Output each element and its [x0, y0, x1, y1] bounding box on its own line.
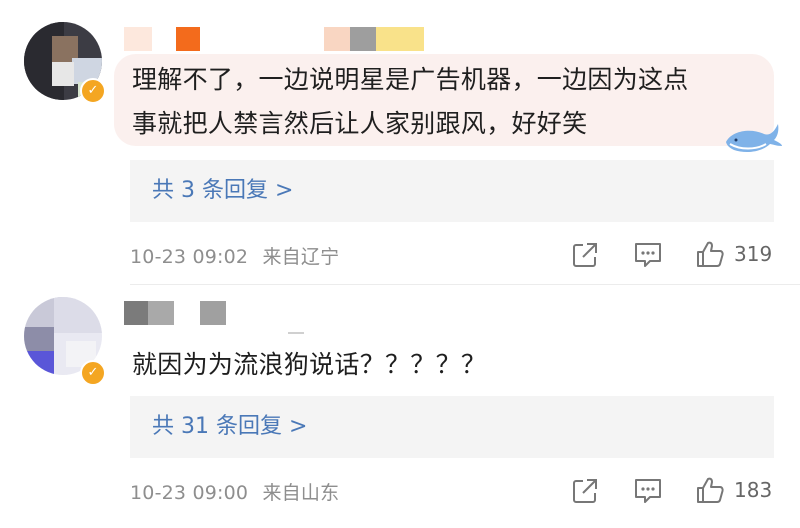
thumbs-up-icon[interactable] [695, 239, 725, 269]
comment-item: ✓ 就因为为流浪狗说话？？？？？ 共 31 条回复 > 10-23 09:00 … [0, 285, 800, 528]
comment-location: 来自辽宁 [262, 246, 340, 268]
view-replies-link[interactable]: 共 31 条回复 > [130, 396, 774, 458]
view-replies-link[interactable]: 共 3 条回复 > [130, 160, 774, 222]
thumbs-up-icon[interactable] [695, 475, 725, 505]
comment-text: 就因为为流浪狗说话？？？？？ [132, 350, 487, 379]
comment-icon[interactable] [633, 477, 663, 505]
username[interactable] [124, 301, 234, 325]
comment-meta: 10-23 09:02 来自辽宁 [130, 242, 339, 269]
like-count: 319 [734, 242, 773, 266]
comment-time: 10-23 09:02 [130, 246, 249, 268]
comment-meta: 10-23 09:00 来自山东 [130, 478, 339, 505]
comment-icon[interactable] [633, 241, 663, 269]
verified-badge-icon: ✓ [80, 360, 106, 386]
decorative-line [288, 332, 304, 334]
share-icon[interactable] [571, 241, 599, 269]
comment-text: 理解不了，一边说明星是广告机器，一边因为这点 事就把人禁言然后让人家别跟风，好好… [132, 65, 689, 138]
username[interactable] [124, 27, 424, 51]
verified-badge-icon: ✓ [80, 78, 106, 104]
share-icon[interactable] [571, 477, 599, 505]
like-count: 183 [734, 478, 773, 502]
comment-location: 来自山东 [262, 482, 340, 504]
comment-item: ✓ 理解不了，一边说明星是广告机器，一边因为这点 事就把人禁言然后让人家别跟风，… [0, 0, 800, 282]
comment-time: 10-23 09:00 [130, 482, 249, 504]
whale-decoration-icon [726, 124, 782, 152]
